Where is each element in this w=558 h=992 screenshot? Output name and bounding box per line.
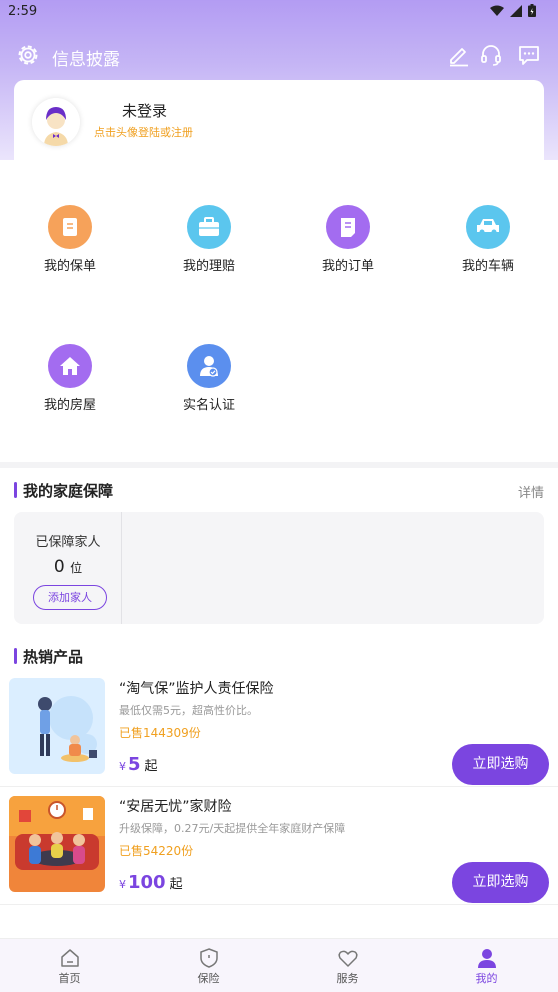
profile-card: 未登录 点击头像登陆或注册	[14, 80, 544, 160]
family-summary: 已保障家人 0 位 添加家人	[14, 512, 122, 624]
heart-icon	[337, 950, 358, 967]
product-price: ¥100 起	[119, 872, 183, 893]
avatar-icon	[32, 98, 80, 146]
price-suffix: 起	[144, 759, 158, 774]
wifi-icon	[490, 5, 504, 16]
disclosure-title[interactable]: 信息披露	[52, 45, 120, 70]
product-name: “淘气保”监护人责任保险	[119, 681, 274, 697]
grid-label: 我的车辆	[461, 259, 514, 274]
grid-label: 我的房屋	[43, 398, 96, 413]
tab-label: 首页	[58, 972, 81, 985]
status-time: 2:59	[8, 4, 38, 19]
signal-icon	[510, 4, 522, 17]
buy-now-button[interactable]: 立即选购	[452, 862, 549, 903]
family-count-unit: 位	[70, 561, 83, 575]
grid-label: 我的保单	[43, 259, 96, 274]
product-card[interactable]: “淘气保”监护人责任保险 最低仅需5元，超高性价比。 已售144309份 ¥5 起…	[0, 678, 558, 788]
family-label: 已保障家人	[35, 535, 101, 550]
tab-label: 保险	[197, 972, 220, 985]
tab-service[interactable]: 服务	[278, 939, 417, 992]
battery-icon	[528, 4, 536, 17]
family-details-link[interactable]: 详情	[518, 482, 544, 501]
edit-icon[interactable]	[447, 43, 471, 67]
family-box: 已保障家人 0 位 添加家人	[14, 512, 544, 624]
buy-now-button[interactable]: 立即选购	[452, 744, 549, 785]
grid-label: 实名认证	[182, 398, 235, 413]
family-count-number: 0	[53, 557, 65, 577]
price-currency: ¥	[119, 760, 126, 773]
grid-item-my-policy[interactable]: 我的保单	[20, 205, 120, 274]
grid-item-real-name-verify[interactable]: 实名认证	[159, 344, 259, 413]
shield-icon	[199, 948, 218, 968]
grid-item-my-orders[interactable]: 我的订单	[298, 205, 398, 274]
price-value: 5	[128, 754, 141, 775]
product-desc: 最低仅需5元，超高性价比。	[119, 704, 258, 717]
tab-insurance[interactable]: 保险	[139, 939, 278, 992]
tab-mine[interactable]: 我的	[417, 939, 556, 992]
login-hint[interactable]: 点击头像登陆或注册	[94, 124, 193, 140]
hot-section-title: 热销产品	[14, 646, 83, 667]
family-count: 0 位	[14, 557, 122, 577]
grid-item-my-house[interactable]: 我的房屋	[20, 344, 120, 413]
product-desc: 升级保障，0.27元/天起提供全年家庭财产保障	[119, 822, 346, 835]
grid-item-my-claims[interactable]: 我的理赔	[159, 205, 259, 274]
product-price: ¥5 起	[119, 754, 158, 775]
price-currency: ¥	[119, 878, 126, 891]
headset-icon[interactable]	[479, 43, 503, 67]
price-value: 100	[128, 872, 166, 893]
avatar[interactable]	[32, 98, 80, 146]
grid-label: 我的订单	[321, 259, 374, 274]
product-sold: 已售54220份	[119, 844, 194, 858]
home-icon	[60, 949, 79, 967]
product-divider	[0, 904, 558, 905]
briefcase-icon	[187, 205, 231, 249]
bottom-tab-bar: 首页 保险 服务 我的	[0, 938, 558, 992]
gear-icon[interactable]	[16, 43, 40, 67]
user-icon	[477, 949, 496, 968]
add-family-button[interactable]: 添加家人	[33, 585, 107, 610]
product-divider	[0, 786, 558, 787]
login-status[interactable]: 未登录	[122, 100, 167, 121]
status-bar: 2:59	[0, 0, 558, 24]
product-sold: 已售144309份	[119, 726, 201, 740]
price-suffix: 起	[169, 877, 183, 892]
status-icons	[490, 4, 536, 17]
product-name: “安居无忧”家财险	[119, 799, 232, 815]
section-divider	[0, 462, 558, 468]
product-image	[9, 796, 105, 892]
product-card[interactable]: “安居无忧”家财险 升级保障，0.27元/天起提供全年家庭财产保障 已售5422…	[0, 796, 558, 906]
car-icon	[466, 205, 510, 249]
tab-label: 服务	[336, 972, 359, 985]
order-icon	[326, 205, 370, 249]
family-section-title: 我的家庭保障	[14, 480, 113, 501]
product-image	[9, 678, 105, 774]
tab-home[interactable]: 首页	[0, 939, 139, 992]
tab-label: 我的	[475, 972, 498, 985]
grid-label: 我的理赔	[182, 259, 235, 274]
grid-item-my-vehicles[interactable]: 我的车辆	[438, 205, 538, 274]
house-icon	[48, 344, 92, 388]
verify-icon	[187, 344, 231, 388]
top-bar: 信息披露	[0, 38, 558, 74]
policy-icon	[48, 205, 92, 249]
message-icon[interactable]	[517, 43, 541, 67]
